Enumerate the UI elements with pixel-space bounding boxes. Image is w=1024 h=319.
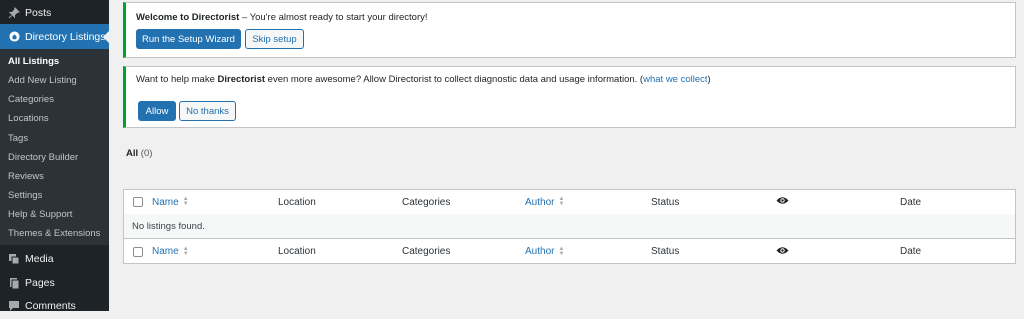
- sort-arrows-icon: ▲ ▼: [182, 245, 189, 257]
- column-date-header: Date: [900, 196, 922, 208]
- no-thanks-button[interactable]: No thanks: [179, 101, 236, 121]
- view-all-link[interactable]: All: [126, 148, 138, 159]
- no-listings-message: No listings found.: [132, 220, 205, 232]
- column-author-label: Author: [525, 246, 555, 257]
- view-all-count: (0): [140, 148, 153, 159]
- menu-item-media[interactable]: Media: [0, 246, 109, 272]
- column-name-label: Name: [152, 196, 179, 208]
- submenu-themes-extensions[interactable]: Themes & Extensions: [8, 228, 100, 239]
- column-author-header[interactable]: Author ▲ ▼: [525, 190, 564, 214]
- welcome-message: Welcome to Directorist – You're almost r…: [136, 12, 428, 23]
- column-author-label: Author: [525, 196, 555, 208]
- submenu-categories[interactable]: Categories: [8, 94, 54, 105]
- collect-text-end: ): [707, 74, 711, 85]
- menu-item-posts[interactable]: Posts: [0, 0, 109, 26]
- eye-icon: [776, 246, 789, 258]
- directory-icon: [5, 31, 23, 42]
- submenu-directory-builder[interactable]: Directory Builder: [8, 152, 78, 163]
- table-footer-row: Name ▲ ▼ Location Categories Author ▲ ▼ St…: [124, 238, 1015, 264]
- column-name-header[interactable]: Name ▲ ▼: [152, 190, 189, 214]
- data-collection-message: Want to help make Directorist even more …: [136, 74, 711, 85]
- collect-text-before: Want to help make: [136, 74, 218, 85]
- welcome-text: – You're almost ready to start your dire…: [239, 12, 428, 23]
- sort-arrows-icon: ▲ ▼: [558, 196, 565, 207]
- column-name-footer[interactable]: Name ▲ ▼: [152, 239, 189, 264]
- submenu-settings[interactable]: Settings: [8, 190, 42, 201]
- menu-item-label: Comments: [25, 300, 76, 312]
- column-status-header: Status: [651, 196, 680, 208]
- select-all-checkbox[interactable]: [133, 197, 143, 207]
- welcome-notice: Welcome to Directorist – You're almost r…: [123, 2, 1016, 58]
- column-categories-footer: Categories: [402, 246, 451, 257]
- eye-icon: [776, 196, 789, 208]
- collect-text-after: even more awesome? Allow Directorist to …: [265, 74, 644, 85]
- submenu-locations[interactable]: Locations: [8, 113, 49, 124]
- column-views-header: [776, 190, 789, 214]
- submenu-all-listings[interactable]: All Listings: [8, 56, 59, 67]
- submenu-add-new-listing[interactable]: Add New Listing: [8, 75, 77, 86]
- view-filter-links: All (0): [126, 148, 152, 159]
- menu-item-label: Posts: [25, 7, 52, 19]
- table-empty-row: No listings found.: [124, 214, 1015, 238]
- pages-icon: [5, 277, 23, 289]
- column-views-footer: [776, 239, 789, 264]
- column-status-footer: Status: [651, 246, 680, 257]
- menu-item-directory-listings[interactable]: Directory Listings: [0, 24, 109, 49]
- data-collection-notice: Want to help make Directorist even more …: [123, 66, 1016, 128]
- welcome-title: Welcome to Directorist: [136, 12, 240, 23]
- allow-button[interactable]: Allow: [138, 101, 176, 121]
- submenu-reviews[interactable]: Reviews: [8, 171, 44, 182]
- column-categories-header: Categories: [402, 196, 451, 208]
- what-we-collect-link[interactable]: what we collect: [643, 74, 707, 85]
- listings-table: Name ▲ ▼ Location Categories Author ▲ ▼ St…: [123, 189, 1016, 264]
- select-all-checkbox[interactable]: [133, 247, 143, 257]
- column-location-header: Location: [278, 196, 316, 208]
- media-icon: [5, 253, 23, 265]
- comments-icon: [5, 300, 23, 312]
- sort-arrows-icon: ▲ ▼: [182, 196, 189, 207]
- column-name-label: Name: [152, 246, 179, 257]
- submenu-tags[interactable]: Tags: [8, 133, 28, 144]
- menu-item-label: Directory Listings: [25, 30, 106, 43]
- skip-setup-button[interactable]: Skip setup: [245, 29, 304, 49]
- pushpin-icon: [5, 7, 23, 19]
- run-setup-wizard-button[interactable]: Run the Setup Wizard: [136, 29, 241, 49]
- column-date-footer: Date: [900, 246, 922, 257]
- collect-brand: Directorist: [217, 74, 266, 85]
- directory-submenu: All Listings Add New Listing Categories …: [0, 49, 109, 245]
- sort-arrows-icon: ▲ ▼: [558, 245, 565, 257]
- table-header-row: Name ▲ ▼ Location Categories Author ▲ ▼ St…: [124, 190, 1015, 215]
- menu-item-comments[interactable]: Comments: [0, 293, 109, 319]
- admin-sidebar: Posts Directory Listings All Listings Ad…: [0, 0, 109, 312]
- submenu-help-support[interactable]: Help & Support: [8, 209, 72, 220]
- menu-item-label: Media: [25, 253, 54, 265]
- column-location-footer: Location: [278, 246, 316, 257]
- menu-item-label: Pages: [25, 277, 55, 289]
- column-author-footer[interactable]: Author ▲ ▼: [525, 239, 564, 264]
